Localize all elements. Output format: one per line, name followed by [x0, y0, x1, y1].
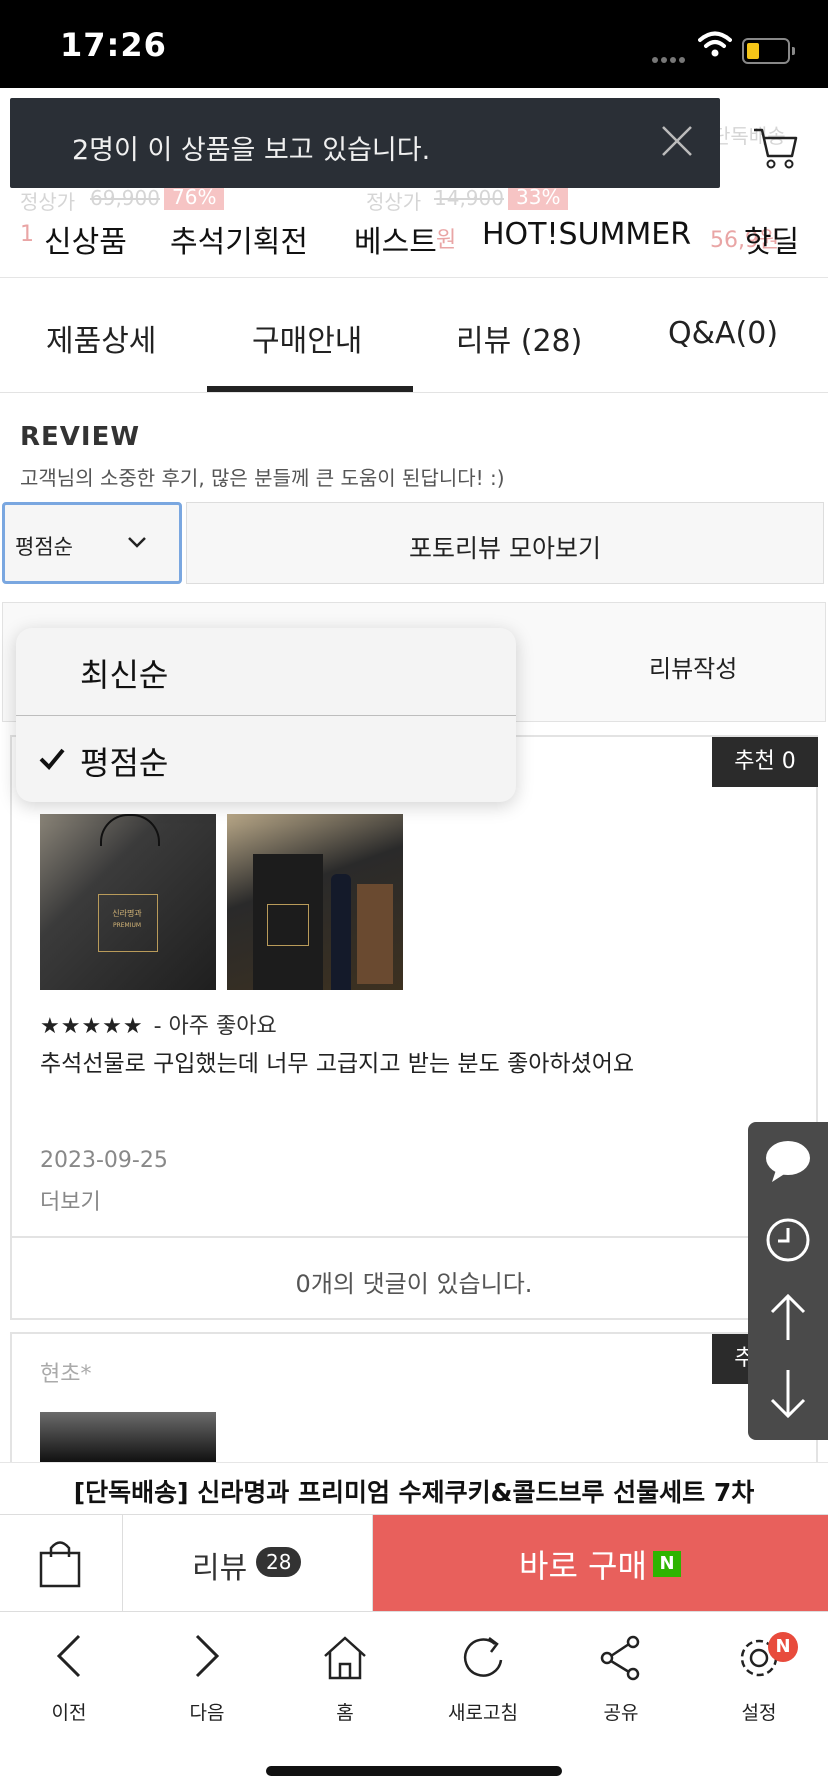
close-icon[interactable] [660, 124, 694, 158]
sort-option-label: 평점순 [80, 744, 169, 782]
photo-review-button[interactable]: 포토리뷰 모아보기 [186, 502, 824, 584]
toolbar-back[interactable]: 이전 [19, 1626, 119, 1724]
toolbar-label: 새로고침 [448, 1702, 518, 1724]
toolbar-settings[interactable]: 설정 [709, 1626, 809, 1724]
home-indicator [266, 1766, 562, 1776]
home-icon [324, 1636, 366, 1680]
sort-select[interactable]: 평점순 [2, 502, 182, 584]
toolbar-refresh[interactable]: 새로고침 [433, 1626, 533, 1724]
buy-bar: 리뷰 28 바로 구매 N [0, 1514, 828, 1612]
toolbar-forward[interactable]: 다음 [157, 1626, 257, 1724]
photo-review-label: 포토리뷰 모아보기 [409, 534, 601, 563]
product-title-bar: [단독배송] 신라명과 프리미엄 수제쿠키&콜드브루 선물세트 7차 [0, 1462, 828, 1515]
rating-stars: ★★★★★ - 아주 좋아요 [40, 1008, 277, 1040]
recent-icon[interactable] [748, 1200, 828, 1278]
naver-pay-badge: N [653, 1551, 681, 1577]
product-box-emblem [267, 904, 309, 946]
chat-icon[interactable] [748, 1122, 828, 1200]
toolbar-label: 다음 [189, 1702, 225, 1724]
toolbar-label: 공유 [603, 1702, 639, 1724]
sort-option-label: 최신순 [80, 656, 169, 694]
category-item[interactable]: 신상품 [44, 217, 127, 261]
category-nav: 신상품 추석기획전 베스트 HOT!SUMMER 핫딜 [0, 205, 828, 279]
toolbar-label: 설정 [741, 1702, 777, 1724]
scroll-top-icon[interactable] [748, 1278, 828, 1356]
review-photo[interactable] [227, 814, 403, 990]
refresh-icon [463, 1637, 503, 1677]
write-review-button[interactable]: 리뷰작성 [649, 649, 737, 684]
toolbar-share[interactable]: 공유 [571, 1626, 671, 1724]
brand-label: 신라명과 [112, 909, 142, 918]
review-photo[interactable]: 신라명과 PREMIUM [40, 814, 216, 990]
tab-review[interactable]: 리뷰 (28) [456, 316, 582, 360]
check-icon [39, 748, 65, 770]
chevron-down-icon [128, 537, 146, 548]
product-title: [단독배송] 신라명과 프리미엄 수제쿠키&콜드브루 선물세트 7차 [73, 1478, 755, 1507]
toolbar-label: 홈 [336, 1702, 354, 1724]
side-rail [748, 1122, 828, 1440]
shopping-bag-icon [39, 1541, 81, 1588]
shopping-bag-button[interactable] [0, 1515, 123, 1611]
review-button[interactable]: 리뷰 28 [122, 1515, 373, 1611]
cookie-box [357, 884, 393, 984]
sort-selected-label: 평점순 [15, 535, 73, 559]
sort-option-rating[interactable]: 평점순 [16, 716, 516, 802]
premium-label: PREMIUM [112, 922, 142, 929]
tab-detail[interactable]: 제품상세 [46, 316, 156, 360]
cellular-signal-icon [652, 48, 688, 67]
toolbar-label: 이전 [51, 1702, 87, 1724]
category-item[interactable]: HOT!SUMMER [482, 217, 691, 252]
category-item[interactable]: 베스트 [354, 217, 437, 261]
toolbar-home[interactable]: 홈 [295, 1626, 395, 1724]
status-time: 17:26 [60, 26, 167, 64]
review-date: 2023-09-25 [40, 1148, 168, 1173]
review-count-badge: 28 [256, 1547, 302, 1577]
bottle [331, 874, 351, 990]
recommend-button[interactable]: 추천 0 [712, 737, 818, 787]
back-icon [56, 1634, 81, 1678]
share-icon [600, 1635, 640, 1681]
tab-qna[interactable]: Q&A(0) [668, 316, 778, 351]
buy-now-label: 바로 구매 [519, 1547, 647, 1585]
browser-toolbar: 이전 다음 홈 새로고침 공유 설정 N [0, 1612, 828, 1792]
battery-icon [742, 38, 795, 64]
review-subtitle: 고객님의 소중한 후기, 많은 분들께 큰 도움이 된답니다! :) [20, 466, 505, 490]
viewer-toast: 2명이 이 상품을 보고 있습니다. [10, 98, 720, 188]
product-tabs: 제품상세 구매안내 리뷰 (28) Q&A(0) [0, 278, 828, 393]
comments-label: 0개의 댓글이 있습니다. [295, 1270, 533, 1298]
scroll-bottom-icon[interactable] [748, 1356, 828, 1434]
toast-message: 2명이 이 상품을 보고 있습니다. [72, 135, 431, 166]
rating-grade: - 아주 좋아요 [153, 1014, 277, 1039]
category-item[interactable]: 핫딜 [744, 217, 799, 261]
settings-badge: N [768, 1632, 798, 1662]
cart-icon[interactable] [752, 124, 798, 170]
forward-icon [195, 1634, 220, 1678]
review-button-label: 리뷰 [192, 1551, 248, 1586]
sort-option-latest[interactable]: 최신순 [16, 628, 516, 714]
review-content: 추석선물로 구입했는데 너무 고급지고 받는 분도 좋아하셨어요 [40, 1051, 635, 1077]
tab-purchase-guide[interactable]: 구매안내 [252, 316, 362, 360]
review-author: 현초* [40, 1362, 92, 1387]
review-title: REVIEW [20, 422, 141, 452]
comments-button[interactable]: 0개의 댓글이 있습니다. [10, 1236, 818, 1320]
review-photo[interactable] [40, 1412, 216, 1462]
active-tab-indicator [207, 386, 413, 392]
more-link[interactable]: 더보기 [40, 1184, 101, 1216]
wifi-icon [698, 31, 732, 57]
bag-handle [100, 814, 160, 846]
sort-dropdown: 최신순 평점순 [16, 628, 516, 802]
buy-now-button[interactable]: 바로 구매 N [373, 1515, 828, 1611]
category-item[interactable]: 추석기획전 [170, 217, 308, 261]
stars-value: ★★★★★ [40, 1014, 144, 1039]
